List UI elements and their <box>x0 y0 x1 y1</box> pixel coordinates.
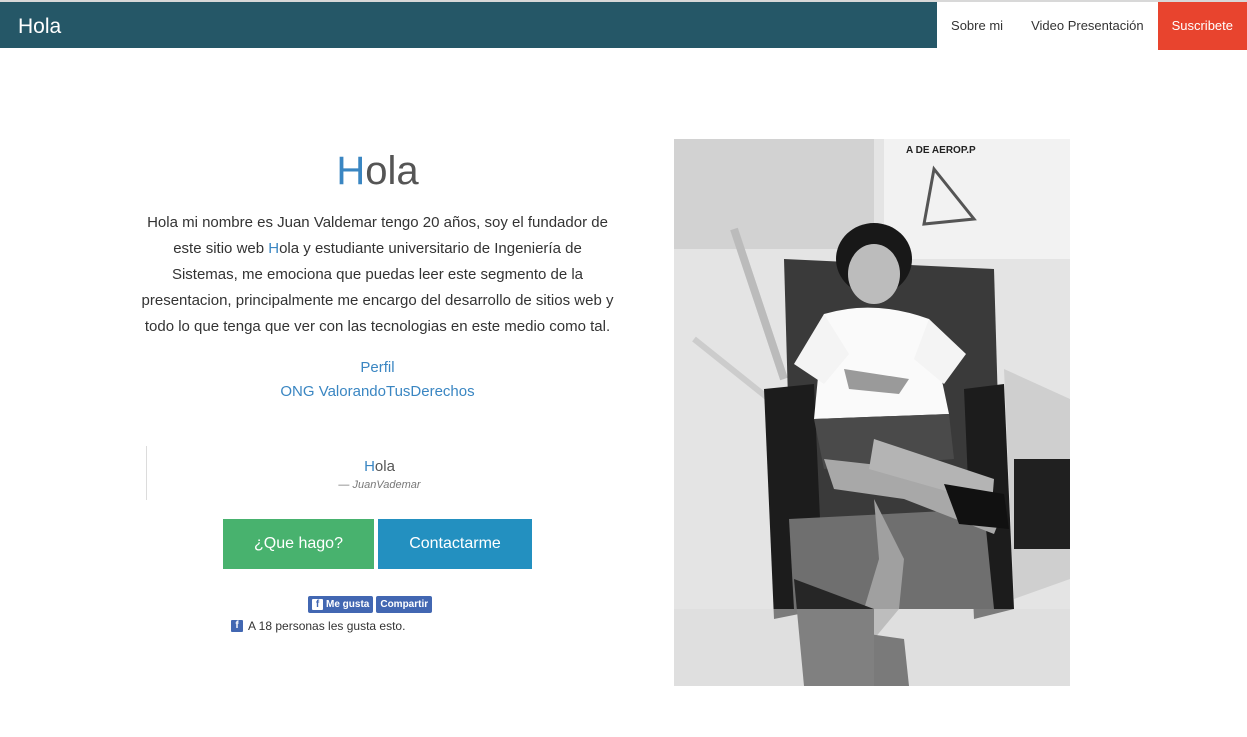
fb-share-button[interactable]: Compartir <box>376 596 433 613</box>
quote-author: — JuanVademar <box>338 479 421 491</box>
profile-links: Perfil ONG ValorandoTusDerechos <box>140 356 615 404</box>
facebook-buttons: f Me gusta Compartir <box>308 596 433 613</box>
ong-link[interactable]: ONG ValorandoTusDerechos <box>140 380 615 404</box>
quote-text: Hola <box>147 458 612 476</box>
facebook-icon: f <box>312 599 323 610</box>
top-navbar: Hola Sobre mi Video Presentación Suscrib… <box>0 0 1247 50</box>
nav-link-video[interactable]: Video Presentación <box>1017 2 1158 50</box>
fb-count-text: A 18 personas les gusta esto. <box>248 619 406 633</box>
blockquote: Hola — JuanVademar <box>146 446 612 500</box>
nav-link-sobre-mi[interactable]: Sobre mi <box>937 2 1017 50</box>
fb-like-label: Me gusta <box>326 599 370 610</box>
bio-text: Hola mi nombre es Juan Valdemar tengo 20… <box>140 210 615 340</box>
bio-highlight: H <box>268 240 280 257</box>
photo-sign-text: A DE AEROP.P <box>906 145 976 156</box>
perfil-link[interactable]: Perfil <box>140 356 615 380</box>
quote-rest: ola <box>374 458 395 475</box>
intro-section: Hola Hola mi nombre es Juan Valdemar ten… <box>140 140 615 404</box>
contact-button[interactable]: Contactarme <box>378 519 532 569</box>
page-title: Hola <box>140 140 615 202</box>
nav-menu: Sobre mi Video Presentación Suscribete <box>937 2 1247 50</box>
fb-share-label: Compartir <box>380 599 429 610</box>
fb-like-button[interactable]: f Me gusta <box>308 596 374 613</box>
photo-illustration: A DE AEROP.P <box>674 139 1070 686</box>
profile-photo: A DE AEROP.P <box>674 139 1070 686</box>
quote-highlight: H <box>364 458 375 475</box>
title-highlight: H <box>336 149 366 193</box>
brand-link[interactable]: Hola <box>18 15 61 39</box>
what-i-do-button[interactable]: ¿Que hago? <box>223 519 374 569</box>
subscribe-button[interactable]: Suscribete <box>1157 2 1247 50</box>
title-rest: ola <box>365 149 419 193</box>
facebook-small-icon: f <box>231 620 243 632</box>
fb-like-count: f A 18 personas les gusta esto. <box>231 619 405 633</box>
